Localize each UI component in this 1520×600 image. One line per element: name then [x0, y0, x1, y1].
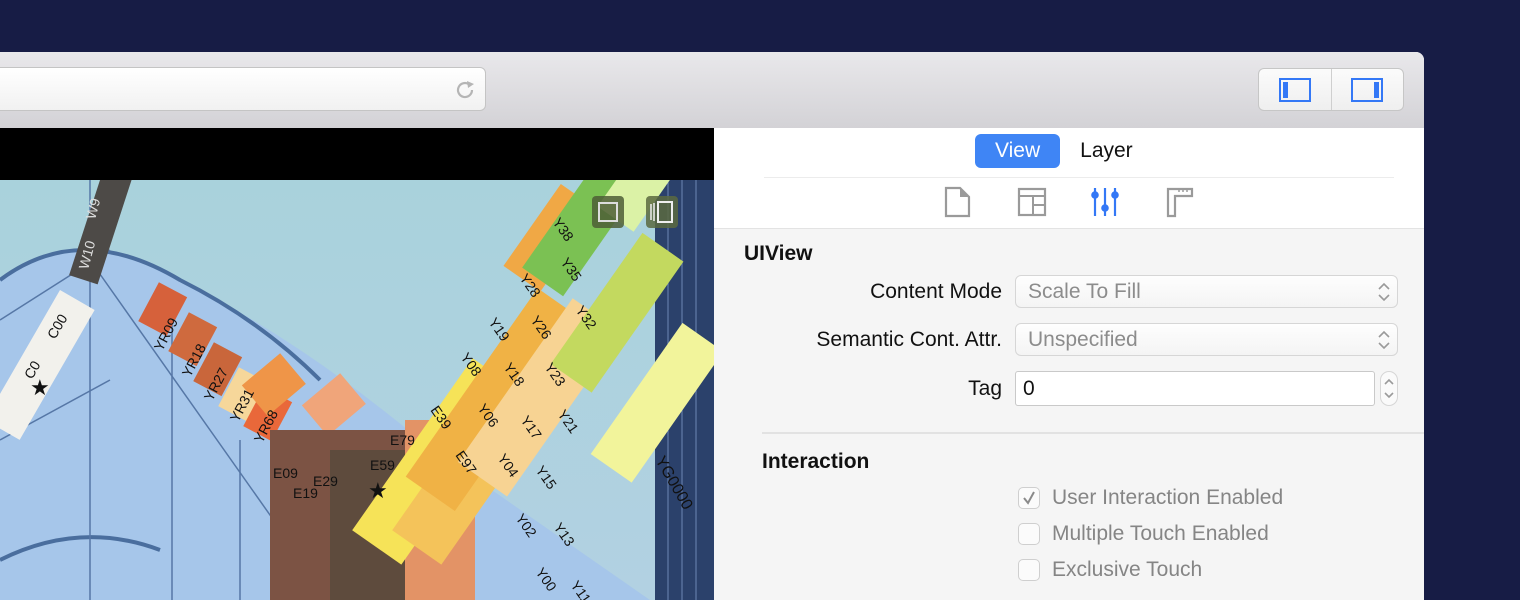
- inspector-icon-tabs: [714, 186, 1424, 222]
- swatch-label: E59: [370, 457, 395, 473]
- divider: [764, 177, 1394, 178]
- tab-layer[interactable]: Layer: [1060, 134, 1153, 168]
- multiple-touch-enabled-checkbox[interactable]: Multiple Touch Enabled: [1018, 522, 1269, 546]
- section-divider: [762, 432, 1424, 434]
- tag-input[interactable]: 0: [1015, 371, 1375, 406]
- address-bar[interactable]: [0, 67, 486, 111]
- section-title-uiview: UIView: [744, 242, 813, 265]
- canvas-preview[interactable]: W9 W10 C00 C0 YR09 YR18 YR27 YR31 YR68 Y…: [0, 128, 714, 600]
- semantic-attr-value: Unspecified: [1028, 328, 1138, 351]
- exclusive-touch-checkbox[interactable]: Exclusive Touch: [1018, 558, 1202, 582]
- star-icon: ★: [368, 478, 388, 503]
- attributes-inspector: View Layer UIView Content Mode Scale To …: [714, 128, 1424, 600]
- stepper-arrows-icon: [1384, 378, 1394, 399]
- content-mode-popup[interactable]: Scale To Fill: [1015, 275, 1398, 308]
- chevron-updown-icon: [1378, 330, 1390, 350]
- checkbox[interactable]: [1018, 487, 1040, 509]
- toolbar: [0, 52, 1424, 129]
- attributes-inspector-icon[interactable]: [1090, 186, 1120, 218]
- tag-stepper[interactable]: [1380, 371, 1398, 406]
- semantic-attr-popup[interactable]: Unspecified: [1015, 323, 1398, 356]
- checkbox-label: User Interaction Enabled: [1052, 486, 1284, 509]
- right-panel-toggle-icon: [1351, 77, 1384, 102]
- device-frame-icon[interactable]: [646, 196, 678, 228]
- swatch-label: E29: [313, 473, 338, 489]
- star-icon: ★: [30, 375, 50, 400]
- toggle-left-panel-button[interactable]: [1259, 69, 1331, 110]
- user-interaction-enabled-checkbox[interactable]: User Interaction Enabled: [1018, 486, 1283, 510]
- chevron-updown-icon: [1378, 282, 1390, 302]
- checkbox-label: Multiple Touch Enabled: [1052, 522, 1269, 545]
- app-window: W9 W10 C00 C0 YR09 YR18 YR27 YR31 YR68 Y…: [0, 52, 1424, 600]
- left-panel-toggle-icon: [1278, 77, 1311, 102]
- size-inspector-icon[interactable]: [1165, 186, 1195, 218]
- color-chart-image: W9 W10 C00 C0 YR09 YR18 YR27 YR31 YR68 Y…: [0, 180, 714, 600]
- reload-icon[interactable]: [453, 78, 477, 102]
- tab-view[interactable]: View: [975, 134, 1061, 168]
- layout-inspector-icon[interactable]: [1017, 186, 1047, 218]
- tag-label: Tag: [968, 377, 1002, 400]
- toggle-right-panel-button[interactable]: [1330, 69, 1404, 110]
- content-mode-label: Content Mode: [870, 280, 1002, 303]
- checkbox-label: Exclusive Touch: [1052, 558, 1203, 581]
- inspector-tabs: View Layer: [975, 134, 1153, 168]
- swatch-label: E79: [390, 432, 415, 448]
- semantic-attr-label: Semantic Cont. Attr.: [816, 328, 1002, 351]
- checkbox[interactable]: [1018, 523, 1040, 545]
- checkbox[interactable]: [1018, 559, 1040, 581]
- inspector-header: View Layer: [714, 128, 1424, 229]
- section-title-interaction: Interaction: [762, 450, 870, 473]
- content-mode-value: Scale To Fill: [1028, 280, 1141, 303]
- swatch-label: E09: [273, 465, 298, 481]
- checkmark-icon: [1023, 491, 1035, 505]
- file-inspector-icon[interactable]: [943, 186, 973, 218]
- frame-icon[interactable]: [592, 196, 624, 228]
- panel-toggle-group: [1258, 68, 1404, 111]
